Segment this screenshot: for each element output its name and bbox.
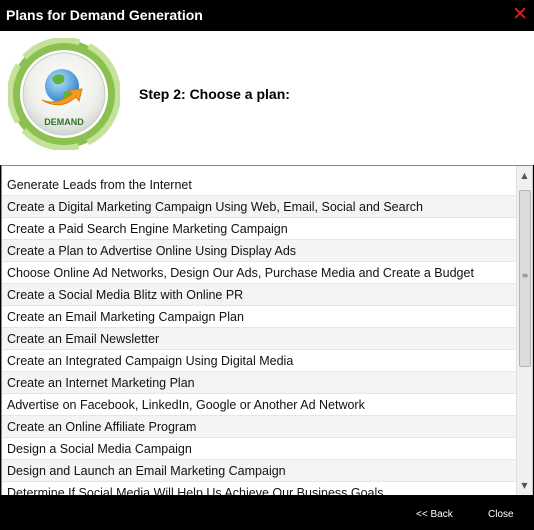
plan-item[interactable]: Create an Integrated Campaign Using Digi… xyxy=(2,350,518,372)
list-scrollbar[interactable]: ▲ ≡ ▼ xyxy=(516,166,532,495)
plan-item[interactable]: Create a Plan to Advertise Online Using … xyxy=(2,240,518,262)
header-panel: DEMAND Step 2: Choose a plan: xyxy=(0,31,534,165)
close-icon[interactable]: ✕ xyxy=(512,5,528,24)
plan-item[interactable]: Create an Email Newsletter xyxy=(2,328,518,350)
grip-icon: ≡ xyxy=(521,271,529,280)
plan-item[interactable]: Create a Social Media Blitz with Online … xyxy=(2,284,518,306)
logo-label: DEMAND xyxy=(44,117,84,127)
plan-list-panel: Generate Leads from the Internet Create … xyxy=(1,165,533,495)
scrollbar-thumb[interactable]: ≡ xyxy=(519,190,531,367)
plan-item[interactable]: Advertise on Facebook, LinkedIn, Google … xyxy=(2,394,518,416)
plan-item[interactable]: Design and Launch an Email Marketing Cam… xyxy=(2,460,518,482)
plan-item[interactable]: Create an Online Affiliate Program xyxy=(2,416,518,438)
scroll-up-icon[interactable]: ▲ xyxy=(517,168,532,184)
plan-item[interactable]: Design a Social Media Campaign xyxy=(2,438,518,460)
back-button[interactable]: << Back xyxy=(416,509,453,520)
plan-item[interactable]: Create an Internet Marketing Plan xyxy=(2,372,518,394)
plan-item[interactable]: Determine If Social Media Will Help Us A… xyxy=(2,482,518,495)
footer-bar: << Back Close xyxy=(0,495,534,530)
plan-item[interactable]: Choose Online Ad Networks, Design Our Ad… xyxy=(2,262,518,284)
window-title: Plans for Demand Generation xyxy=(6,7,203,23)
plan-item[interactable]: Generate Leads from the Internet xyxy=(2,174,518,196)
plan-item[interactable]: Create a Digital Marketing Campaign Usin… xyxy=(2,196,518,218)
plan-item[interactable]: Create a Paid Search Engine Marketing Ca… xyxy=(2,218,518,240)
step-heading: Step 2: Choose a plan: xyxy=(139,86,290,102)
demand-logo: DEMAND xyxy=(8,38,120,150)
plan-list: Generate Leads from the Internet Create … xyxy=(2,174,518,495)
title-bar: Plans for Demand Generation ✕ xyxy=(0,0,534,31)
scroll-down-icon[interactable]: ▼ xyxy=(517,478,532,494)
plan-item[interactable]: Create an Email Marketing Campaign Plan xyxy=(2,306,518,328)
close-button[interactable]: Close xyxy=(488,509,514,520)
